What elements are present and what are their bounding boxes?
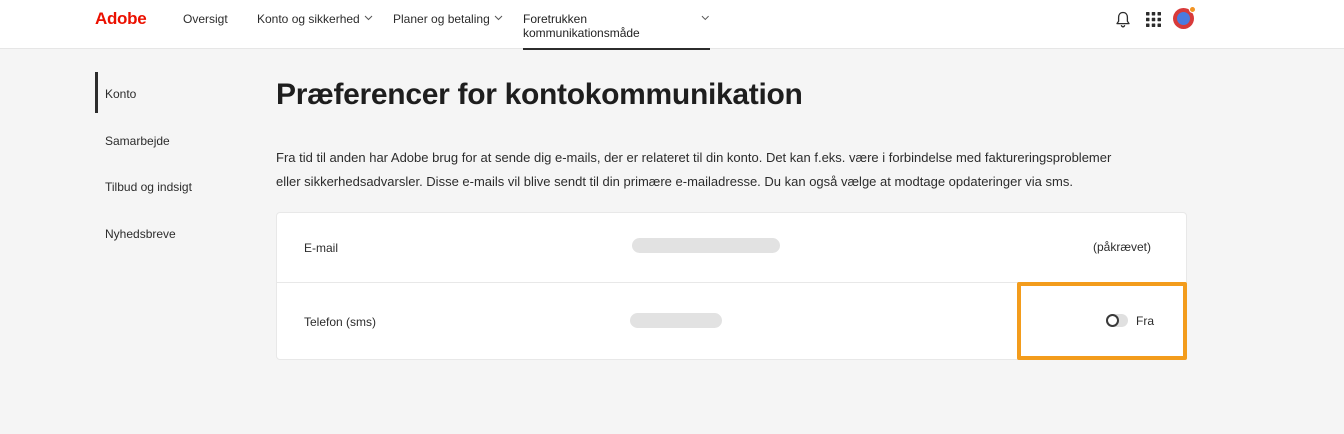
nav-overview-label: Oversigt: [183, 12, 228, 26]
sidebar-item-tilbud[interactable]: Tilbud og indsigt: [105, 180, 192, 194]
nav-plans-billing[interactable]: Planer og betaling: [393, 0, 503, 49]
sidebar-item-konto[interactable]: Konto: [105, 87, 136, 101]
nav-account-security[interactable]: Konto og sikkerhed: [257, 0, 373, 49]
page-title: Præferencer for kontokommunikation: [276, 78, 803, 111]
phone-row-label: Telefon (sms): [304, 315, 377, 329]
sms-toggle-switch[interactable]: [1106, 314, 1128, 327]
redacted-email-value: [632, 238, 780, 253]
sms-toggle-label: Fra: [1136, 314, 1154, 328]
email-row-label: E-mail: [304, 241, 339, 255]
chevron-down-icon: [702, 15, 710, 21]
sidebar-selected-indicator: [95, 72, 98, 113]
sidebar-item-nyhedsbreve[interactable]: Nyhedsbreve: [105, 227, 176, 241]
nav-communication-preferences[interactable]: Foretrukken kommunikationsmåde: [523, 0, 710, 50]
notification-dot: [1189, 6, 1196, 13]
app-grid-icon[interactable]: [1143, 9, 1163, 29]
redacted-phone-value: [630, 313, 722, 328]
adobe-logo[interactable]: Adobe: [95, 9, 147, 29]
nav-account-security-label: Konto og sikkerhed: [257, 12, 360, 26]
email-required-status: (påkrævet): [1092, 240, 1151, 254]
top-navigation-bar: Adobe Oversigt Konto og sikkerhed Planer…: [0, 0, 1344, 50]
nav-communication-preferences-label: Foretrukken kommunikationsmåde: [523, 12, 640, 40]
nav-plans-billing-label: Planer og betaling: [393, 12, 490, 26]
intro-text: Fra tid til anden har Adobe brug for at …: [276, 150, 1112, 189]
chevron-down-icon: [364, 15, 373, 21]
avatar-image: [1177, 12, 1190, 25]
nav-overview[interactable]: Oversigt: [183, 0, 228, 49]
chevron-down-icon: [494, 15, 503, 21]
avatar[interactable]: [1173, 6, 1196, 29]
bell-icon[interactable]: [1113, 9, 1133, 29]
highlight-box: [1017, 282, 1187, 360]
sidebar-item-samarbejde[interactable]: Samarbejde: [105, 134, 170, 148]
toggle-knob: [1106, 314, 1119, 327]
